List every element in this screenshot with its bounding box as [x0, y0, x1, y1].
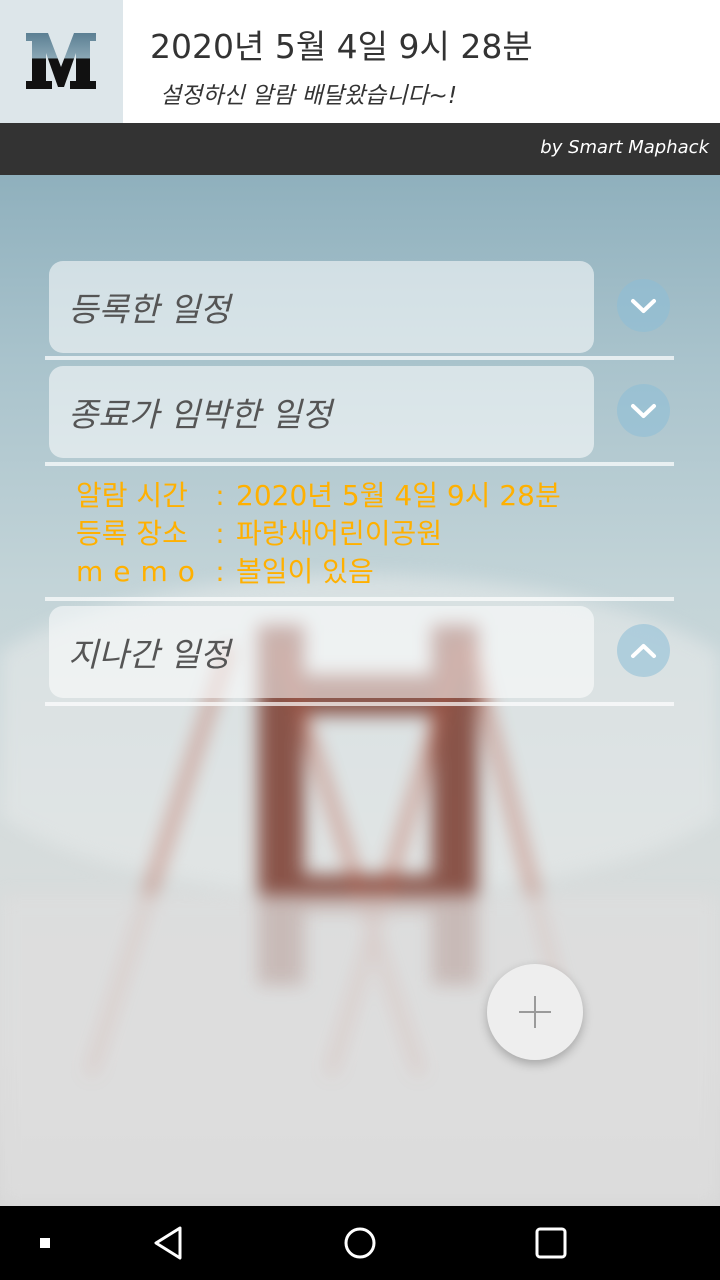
chevron-up-icon [631, 644, 656, 658]
alarm-time-label: 알람 시간 [76, 479, 188, 512]
notification-subtitle: 설정하신 알람 배달왔습니다~! [160, 83, 458, 109]
separator: : [215, 479, 225, 512]
separator: : [215, 517, 225, 550]
byline-bar: by Smart Maphack [0, 123, 720, 175]
separator: : [215, 555, 225, 588]
divider [45, 702, 674, 706]
overview-button[interactable] [531, 1206, 571, 1280]
detail-place[interactable]: 등록 장소: 파랑새어린이공원 [76, 512, 442, 552]
plus-icon [519, 996, 551, 1028]
divider [45, 356, 674, 360]
section-label: 지나간 일정 [68, 635, 231, 674]
memo-value: 볼일이 있음 [236, 555, 374, 588]
notification-header[interactable]: 2020년 5월 4일 9시 28분 설정하신 알람 배달왔습니다~! [0, 0, 720, 123]
byline-text: by Smart Maphack [540, 137, 709, 158]
back-icon [154, 1226, 182, 1260]
section-registered-schedules[interactable]: 등록한 일정 [49, 261, 594, 353]
detail-memo[interactable]: memo: 볼일이 있음 [76, 550, 374, 590]
home-icon [344, 1227, 376, 1259]
add-schedule-button[interactable] [487, 964, 583, 1060]
back-button[interactable] [150, 1206, 190, 1280]
maphack-m-logo-icon [26, 33, 96, 89]
memo-label: memo [76, 555, 205, 588]
alarm-time-value: 2020년 5월 4일 9시 28분 [236, 479, 561, 512]
divider [45, 597, 674, 601]
overview-icon [535, 1227, 567, 1259]
chevron-down-icon [631, 299, 656, 313]
section-past-schedules[interactable]: 지나간 일정 [49, 606, 594, 698]
expand-registered-toggle[interactable] [617, 279, 670, 332]
expand-ending-soon-toggle[interactable] [617, 384, 670, 437]
app-logo-box [0, 0, 123, 123]
place-value: 파랑새어린이공원 [236, 517, 443, 550]
section-ending-soon-schedules[interactable]: 종료가 임박한 일정 [49, 366, 594, 458]
recent-apps-dot-icon [40, 1238, 50, 1248]
home-button[interactable] [340, 1206, 380, 1280]
divider [45, 462, 674, 466]
system-navigation-bar [0, 1206, 720, 1280]
expand-past-toggle[interactable] [617, 624, 670, 677]
section-label: 종료가 임박한 일정 [68, 395, 332, 434]
recent-apps-dot-button[interactable] [30, 1206, 60, 1280]
notification-title: 2020년 5월 4일 9시 28분 [150, 27, 533, 66]
detail-alarm-time[interactable]: 알람 시간:2020년 5월 4일 9시 28분 [76, 474, 561, 514]
chevron-down-icon [631, 404, 656, 418]
section-label: 등록한 일정 [68, 290, 231, 329]
place-label: 등록 장소 [76, 517, 188, 550]
